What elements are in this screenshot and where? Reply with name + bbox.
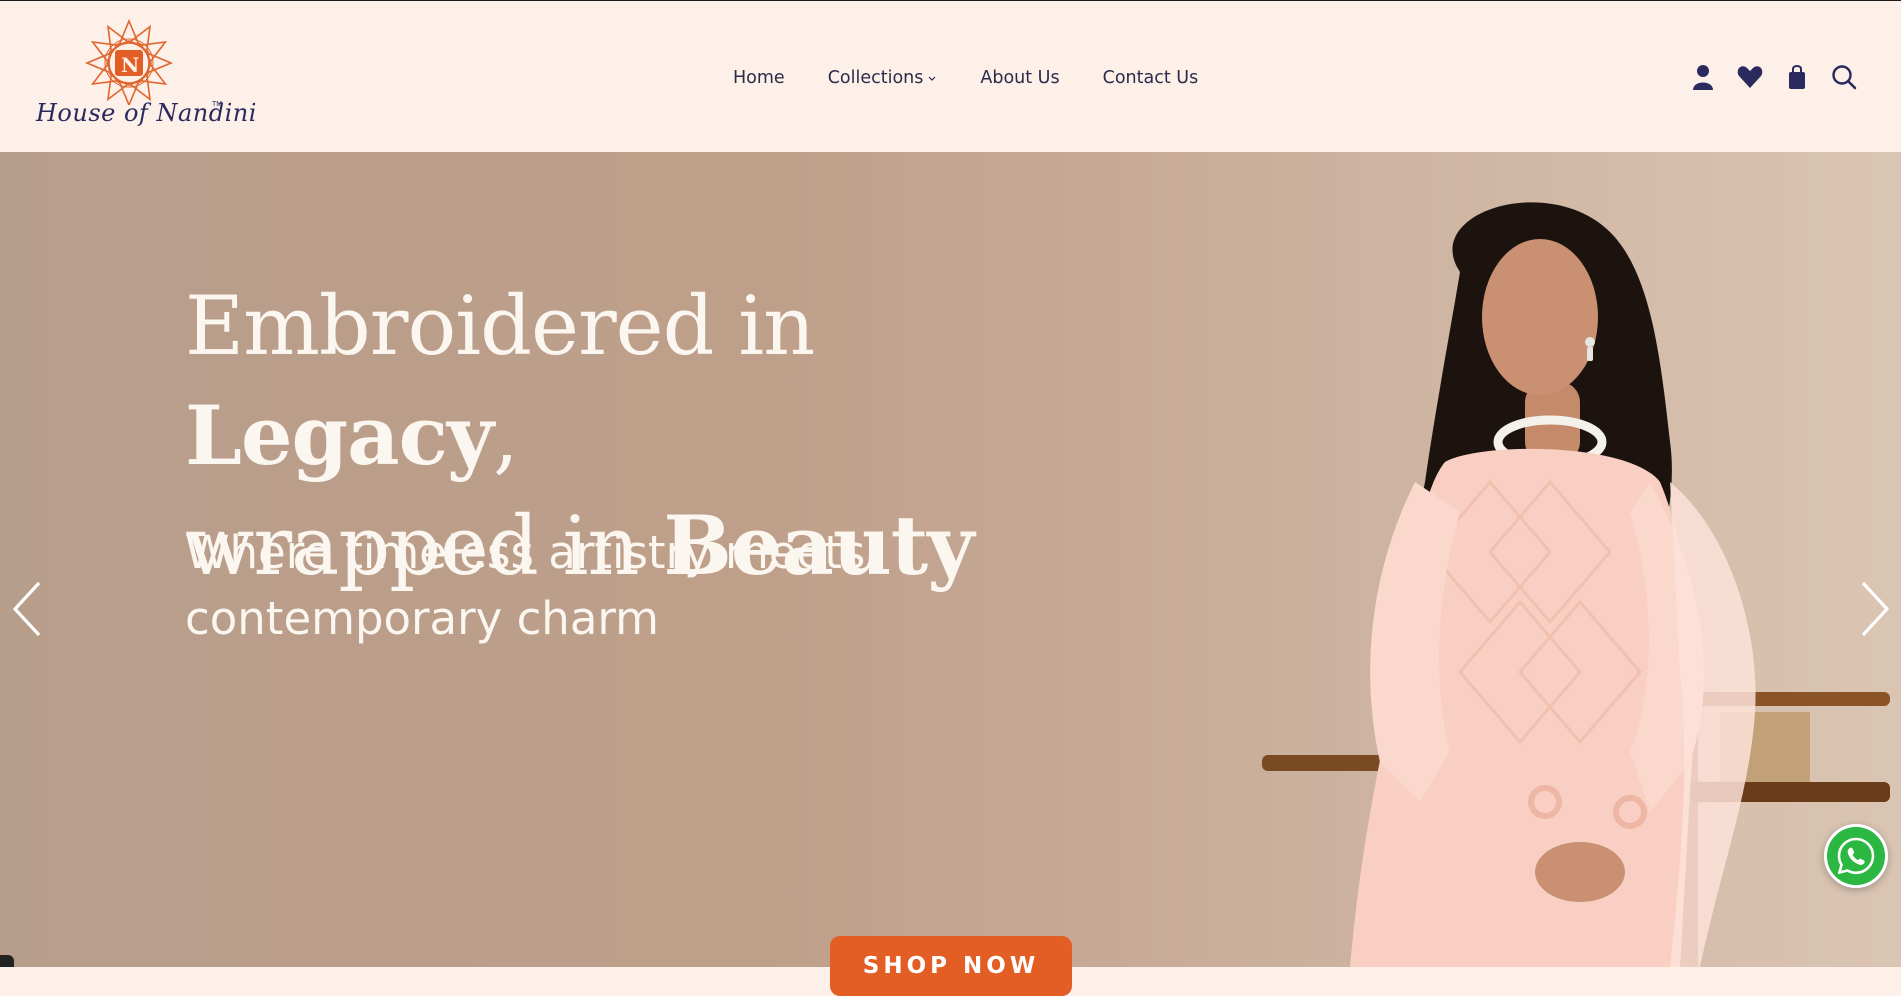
brand-logo[interactable]: N House of Nandini TM — [36, 19, 257, 137]
shop-now-button[interactable]: SHOP NOW — [830, 936, 1072, 996]
hero-model-image — [1262, 202, 1890, 967]
logo-wordmark: House of Nandini — [36, 99, 257, 127]
wishlist-heart-icon[interactable] — [1736, 63, 1764, 91]
chevron-down-icon — [928, 76, 936, 81]
header-actions — [1689, 63, 1858, 91]
hero-subheadline: Where timeless artistry meets contempora… — [185, 526, 866, 645]
nav-contact-label: Contact Us — [1102, 68, 1199, 88]
headline-line1-regular: Embroidered in — [185, 280, 815, 374]
logo-monogram: N — [121, 53, 140, 77]
nav-home-label: Home — [733, 68, 785, 88]
headline-line1-end: , — [493, 390, 519, 484]
cart-bag-icon[interactable] — [1783, 63, 1811, 91]
nav-collections-label: Collections — [827, 68, 924, 88]
nav-contact-us[interactable]: Contact Us — [1103, 68, 1199, 88]
nav-home[interactable]: Home — [733, 68, 785, 88]
chevron-right-icon[interactable] — [1857, 580, 1893, 638]
whatsapp-icon[interactable] — [1824, 824, 1888, 888]
main-nav: Home Collections About Us Contact Us — [733, 65, 1198, 91]
corner-widget — [0, 955, 14, 967]
nav-about-us[interactable]: About Us — [980, 68, 1059, 88]
search-icon[interactable] — [1830, 63, 1858, 91]
logo-trademark: TM — [212, 101, 223, 108]
chevron-left-icon[interactable] — [9, 580, 45, 638]
nav-about-label: About Us — [980, 68, 1060, 88]
nav-collections[interactable]: Collections — [828, 68, 938, 88]
headline-line1-bold: Legacy — [185, 389, 494, 484]
site-header: N House of Nandini TM Home Collections A… — [0, 1, 1901, 152]
account-icon[interactable] — [1689, 63, 1717, 91]
